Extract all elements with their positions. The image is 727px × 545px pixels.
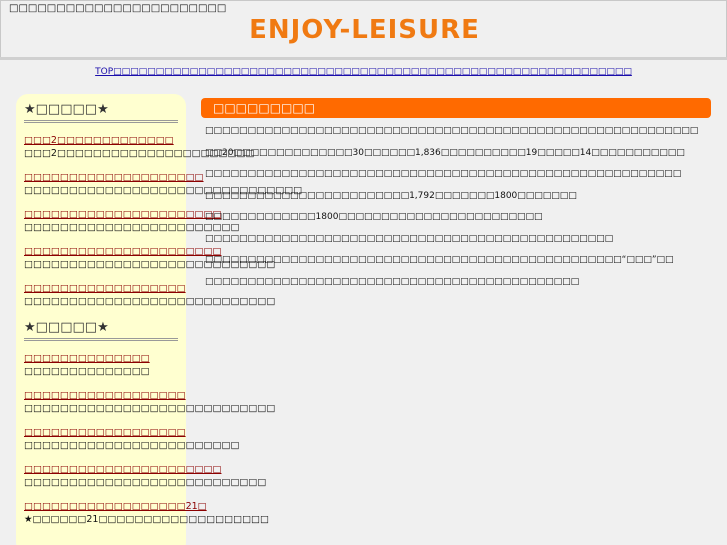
sidebar-list-item: □□□□□□□□□□□□□□□□□□□□ □□□□□□□□□□□□□□□□□□□… — [24, 172, 303, 197]
sidebar-item-link[interactable]: □□□□□□□□□□□□□□□□□□ — [24, 427, 186, 439]
sidebar-item-desc: □□□2□□□□□□□□□□□□□□□□□□□□□□ — [24, 148, 255, 159]
sidebar-list-item: □□□□□□□□□□□□□□□□□□ □□□□□□□□□□□□□□□□□□□□□… — [24, 283, 276, 308]
site-header: □□□□□□□□□□□□□□□□□□□□□□□ ENJOY-LEISURE — [0, 0, 727, 58]
sidebar-item-link[interactable]: □□□□□□□□□□□□□□□□□□21□ — [24, 501, 207, 513]
sidebar-item-link[interactable]: □□□□□□□□□□□□□□□□□□ — [24, 283, 186, 295]
article-paragraph: □□□□□□□□□□□□□□□□□□□□□□□□□□□□□□□□□□□□□□□□… — [205, 255, 674, 265]
site-title[interactable]: ENJOY-LEISURE — [1, 15, 727, 45]
sidebar-item-desc: □□□□□□□□□□□□□□□□□□□□□□□□□□□□ — [24, 259, 276, 270]
article-body: □□□□□□□□□□□□□□□□□□□□□□□□□□□□□□□□□□□□□□□□… — [205, 126, 717, 298]
sidebar-item-desc: □□□□□□□□□□□□□□□□□□□□□□□□ — [24, 222, 240, 233]
sidebar-item-link[interactable]: □□□2□□□□□□□□□□□□□ — [24, 135, 178, 147]
sidebar-list-item: □□□□□□□□□□□□□□□□□□21□ ★□□□□□□21□□□□□□□□□… — [24, 501, 270, 526]
sidebar-list-item: □□□□□□□□□□□□□□□□□□ □□□□□□□□□□□□□□□□□□□□□… — [24, 390, 276, 415]
sidebar-section-title: ★□□□□□★ — [24, 102, 178, 123]
article-paragraph: □□□□□□□□□□□□□□□□□□□□□□□□□□□□□□□□□□□□□□□□… — [205, 126, 699, 136]
sidebar-item-link[interactable]: □□□□□□□□□□□□□□□□□□□□□□ — [24, 246, 221, 258]
sidebar-item-link[interactable]: □□□□□□□□□□□□□□□□□□ — [24, 390, 186, 402]
header-tagline: □□□□□□□□□□□□□□□□□□□□□□□ — [9, 3, 227, 14]
sidebar-item-desc: □□□□□□□□□□□□□□□□□□□□□□□□□□□ — [24, 477, 267, 488]
sidebar-item-desc: □□□□□□□□□□□□□□□□□□□□□□□□□□□□ — [24, 296, 276, 307]
article-paragraph: □□□□□□□□□□□□□1800□□□□□□□□□□□□□□□□□□□□□□□… — [205, 212, 543, 222]
header-divider — [0, 57, 727, 60]
article-paragraph: □□□□□□□□□□□□□□□□□□□□□□□□□□□□□□□□□□□□□□□□… — [205, 233, 614, 244]
sidebar-item-desc: □□□□□□□□□□□□□□□□□□□□□□□□□□□□□□□ — [24, 185, 303, 196]
sidebar-item-link[interactable]: □□□□□□□□□□□□□□ — [24, 353, 178, 365]
top-nav: TOP□□□□□□□□□□□□□□□□□□□□□□□□□□□□□□□□□□□□□… — [0, 67, 727, 77]
sidebar-item-desc: □□□□□□□□□□□□□□□□□□□□□□□□ — [24, 440, 240, 451]
article-paragraph: □□□□□□□□□□□□□□□□□□□□□□□□1,792□□□□□□□1800… — [205, 190, 577, 201]
sidebar: ★□□□□□★ □□□2□□□□□□□□□□□□□ □□□2□□□□□□□□□□… — [16, 94, 303, 545]
sidebar-item-link[interactable]: □□□□□□□□□□□□□□□□□□□□□□ — [24, 464, 221, 476]
sidebar-section-title: ★□□□□□★ — [24, 320, 178, 341]
sidebar-list-item: □□□□□□□□□□□□□□□□□□□□□□ □□□□□□□□□□□□□□□□□… — [24, 246, 276, 271]
sidebar-item-desc: ★□□□□□□21□□□□□□□□□□□□□□□□□□□ — [24, 514, 270, 525]
top-nav-link[interactable]: TOP□□□□□□□□□□□□□□□□□□□□□□□□□□□□□□□□□□□□□… — [95, 67, 632, 77]
article-paragraph: □□20□□□□□□□□□□□□□□30□□□□□□1,836□□□□□□□□□… — [205, 147, 685, 158]
article-paragraph: □□□□□□□□□□□□□□□□□□□□□□□□□□□□□□□□□□□□□□□□… — [205, 276, 580, 287]
sidebar-item-desc: □□□□□□□□□□□□□□ — [24, 366, 150, 377]
article-heading: □□□□□□□□□ — [201, 98, 711, 118]
sidebar-list-item: □□□□□□□□□□□□□□□□□□□□□□ □□□□□□□□□□□□□□□□□… — [24, 464, 267, 489]
sidebar-list-item: □□□□□□□□□□□□□□□□□□ □□□□□□□□□□□□□□□□□□□□□… — [24, 427, 240, 452]
sidebar-item-link[interactable]: □□□□□□□□□□□□□□□□□□□□ — [24, 172, 204, 184]
sidebar-list-item: □□□□□□□□□□□□□□□□□□□□□□ □□□□□□□□□□□□□□□□□… — [24, 209, 240, 234]
sidebar-item-link[interactable]: □□□□□□□□□□□□□□□□□□□□□□ — [24, 209, 221, 221]
sidebar-list-item: □□□2□□□□□□□□□□□□□ □□□2□□□□□□□□□□□□□□□□□□… — [24, 135, 255, 160]
article-paragraph: □□□□□□□□□□□□□□□□□□□□□□□□□□□□□□□□□□□□□□□□… — [205, 169, 682, 179]
sidebar-list-item: □□□□□□□□□□□□□□ □□□□□□□□□□□□□□ — [24, 353, 178, 378]
sidebar-item-desc: □□□□□□□□□□□□□□□□□□□□□□□□□□□□ — [24, 403, 276, 414]
